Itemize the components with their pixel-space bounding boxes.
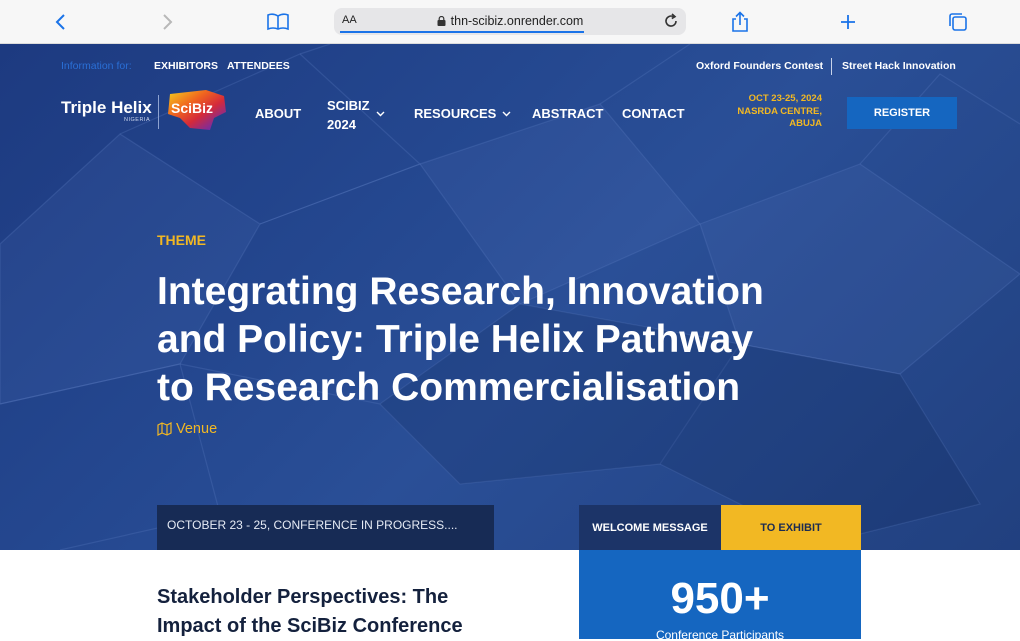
nav-contact[interactable]: CONTACT <box>622 106 685 121</box>
attendees-link[interactable]: ATTENDEES <box>227 60 290 72</box>
section-title-line1: Stakeholder Perspectives: The <box>157 586 449 608</box>
nav-scibiz-line1: SCIBIZ <box>327 98 370 113</box>
nav-scibiz-2024[interactable]: SCIBIZ 2024 <box>327 96 370 134</box>
theme-label: THEME <box>157 232 206 248</box>
topbar-divider <box>831 58 832 75</box>
to-exhibit-tab[interactable]: TO EXHIBIT <box>721 505 861 550</box>
nav-abstract[interactable]: ABSTRACT <box>532 106 604 121</box>
chevron-down-icon[interactable] <box>376 111 385 117</box>
triple-helix-logo[interactable]: Triple Helix <box>61 98 152 118</box>
forward-icon[interactable] <box>156 10 180 34</box>
loading-progress-bar <box>340 31 584 33</box>
map-icon <box>157 422 172 436</box>
participants-label: Conference Participants <box>655 628 785 639</box>
stakeholder-section-title: Stakeholder Perspectives: The Impact of … <box>157 583 517 641</box>
lock-icon <box>437 16 446 26</box>
back-icon[interactable] <box>48 10 72 34</box>
logo-divider <box>158 95 159 129</box>
event-date-venue: OCT 23-25, 2024 NASRDA CENTRE, ABUJA <box>712 93 822 131</box>
scibiz-logo-text: SciBiz <box>171 100 214 116</box>
address-bar[interactable]: AA thn-scibiz.onrender.com <box>334 8 686 35</box>
tabs-overview-icon[interactable] <box>946 10 970 34</box>
event-venue-line1: NASRDA CENTRE, <box>737 105 822 117</box>
hero-section: Information for: EXHIBITORS ATTENDEES Ox… <box>0 44 1020 550</box>
info-for-label: Information for: <box>61 60 132 72</box>
browser-toolbar: AA thn-scibiz.onrender.com <box>0 0 1020 44</box>
share-icon[interactable] <box>728 10 752 34</box>
participants-count: 950+ <box>670 574 770 623</box>
street-hack-innovation-link[interactable]: Street Hack Innovation <box>842 60 956 72</box>
event-date: OCT 23-25, 2024 <box>748 93 822 104</box>
venue-link[interactable]: Venue <box>157 421 217 437</box>
bookmarks-icon[interactable] <box>266 10 290 34</box>
logo-nigeria-subtitle: NIGERIA <box>124 117 151 123</box>
url-text: thn-scibiz.onrender.com <box>450 14 584 28</box>
conference-status-ticker: OCTOBER 23 - 25, CONFERENCE IN PROGRESS.… <box>157 505 494 550</box>
venue-link-label: Venue <box>176 421 218 437</box>
chevron-down-icon <box>502 111 511 117</box>
nav-resources[interactable]: RESOURCES <box>414 106 511 121</box>
nav-about[interactable]: ABOUT <box>255 106 301 121</box>
headline-line3: to Research Commercialisation <box>157 366 741 409</box>
exhibitors-link[interactable]: EXHIBITORS <box>154 60 218 72</box>
oxford-founders-contest-link[interactable]: Oxford Founders Contest <box>696 60 823 72</box>
headline-line2: and Policy: Triple Helix Pathway <box>157 318 754 361</box>
nav-scibiz-line2: 2024 <box>327 117 356 132</box>
headline-line1: Integrating Research, Innovation <box>157 270 764 313</box>
reload-icon[interactable] <box>662 12 680 34</box>
hero-headline: Integrating Research, Innovation and Pol… <box>157 268 837 412</box>
event-venue-line2: ABUJA <box>789 118 822 129</box>
new-tab-icon[interactable] <box>836 10 860 34</box>
register-button[interactable]: REGISTER <box>847 97 957 129</box>
section-title-line2: Impact of the SciBiz Conference <box>157 615 463 637</box>
nav-resources-label: RESOURCES <box>414 106 497 121</box>
welcome-message-tab[interactable]: WELCOME MESSAGE <box>579 505 721 550</box>
participants-stat-card: 950+ Conference Participants <box>579 550 861 639</box>
